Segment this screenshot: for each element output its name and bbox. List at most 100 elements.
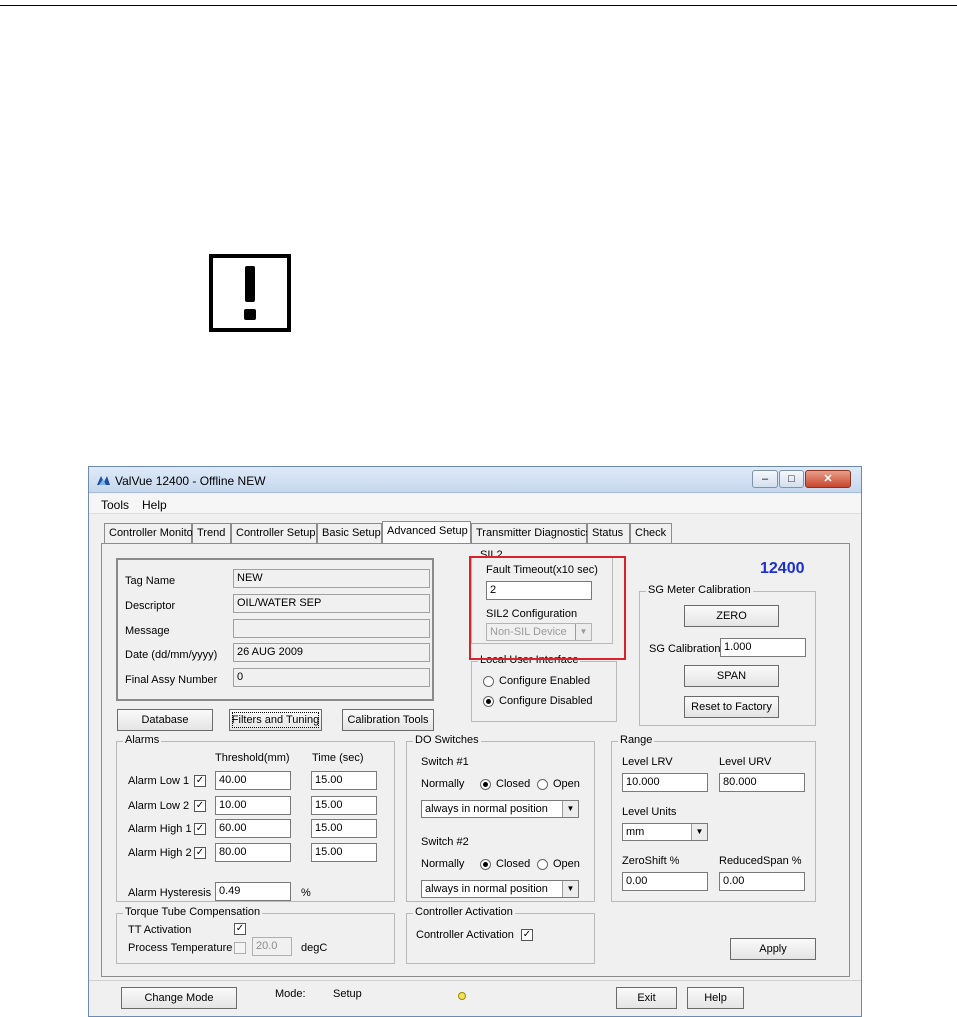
- title-bar[interactable]: ValVue 12400 - Offline NEW – □ ✕: [89, 467, 861, 493]
- tab-basic-setup[interactable]: Basic Setup: [317, 523, 382, 543]
- switch2-open-radio[interactable]: [537, 859, 548, 870]
- help-button[interactable]: Help: [687, 987, 744, 1009]
- do-switches-legend: DO Switches: [413, 734, 481, 746]
- menu-help[interactable]: Help: [142, 498, 167, 512]
- switch2-normally-label: Normally: [421, 858, 465, 870]
- switch1-closed-radio[interactable]: [480, 779, 491, 790]
- switch1-mode-value: always in normal position: [425, 803, 548, 815]
- minimize-button[interactable]: –: [752, 470, 778, 488]
- zero-shift-field[interactable]: 0.00: [622, 872, 708, 891]
- controller-activation-checkbox[interactable]: ✓: [521, 929, 533, 941]
- alarm-time-field[interactable]: 15.00: [311, 771, 377, 790]
- level-units-label: Level Units: [622, 806, 677, 818]
- do-switches-group: DO Switches Switch #1 Normally Closed Op…: [406, 734, 595, 902]
- tag-name-field[interactable]: NEW: [233, 569, 430, 588]
- tab-trend[interactable]: Trend: [192, 523, 231, 543]
- apply-button[interactable]: Apply: [730, 938, 816, 960]
- reduced-span-label: ReducedSpan %: [719, 855, 802, 867]
- switch2-mode-select[interactable]: always in normal position ▼: [421, 880, 579, 898]
- tt-activation-label: TT Activation: [128, 924, 192, 936]
- tab-check[interactable]: Check: [630, 523, 672, 543]
- alarm-threshold-field[interactable]: 80.00: [215, 843, 291, 862]
- maximize-button[interactable]: □: [779, 470, 804, 488]
- switch1-closed-label: Closed: [496, 778, 531, 790]
- app-logo-icon: [97, 476, 110, 485]
- sil2-highlight-box: [469, 556, 626, 660]
- reduced-span-field[interactable]: 0.00: [719, 872, 805, 891]
- tab-controller-setup[interactable]: Controller Setup: [231, 523, 317, 543]
- level-lrv-label: Level LRV: [622, 756, 673, 768]
- process-temp-checkbox[interactable]: [234, 942, 246, 954]
- zero-button[interactable]: ZERO: [684, 605, 779, 627]
- tag-name-label: Tag Name: [125, 575, 176, 587]
- alarm-threshold-field[interactable]: 10.00: [215, 796, 291, 815]
- reset-factory-button[interactable]: Reset to Factory: [684, 696, 779, 718]
- sg-calibration-field[interactable]: 1.000: [720, 638, 806, 657]
- alarms-legend: Alarms: [123, 734, 162, 746]
- configure-enabled-radio[interactable]: [483, 676, 494, 687]
- calibration-tools-button[interactable]: Calibration Tools: [342, 709, 434, 731]
- configure-enabled-label: Configure Enabled: [499, 675, 591, 687]
- configure-disabled-radio[interactable]: [483, 696, 494, 707]
- tab-controller-monitor[interactable]: Controller Monitor: [104, 523, 196, 543]
- alarm-time-field[interactable]: 15.00: [311, 843, 377, 862]
- alarm-high1-checkbox[interactable]: ✓: [194, 823, 206, 835]
- local-ui-group: Local User Interface Configure Enabled C…: [471, 654, 617, 722]
- alarm-label: Alarm High 1: [128, 823, 192, 835]
- level-lrv-field[interactable]: 10.000: [622, 773, 708, 792]
- sg-meter-legend: SG Meter Calibration: [646, 584, 753, 596]
- sg-calibration-label: SG Calibration: [649, 643, 721, 655]
- switch1-label: Switch #1: [421, 756, 469, 768]
- tab-advanced-setup[interactable]: Advanced Setup: [382, 521, 471, 544]
- tab-transmitter-diagnostics[interactable]: Transmitter Diagnostics: [471, 523, 591, 543]
- status-bar: Change Mode Mode: Setup Exit Help: [89, 980, 861, 1016]
- level-urv-field[interactable]: 80.000: [719, 773, 805, 792]
- date-label: Date (dd/mm/yyyy): [125, 649, 218, 661]
- switch1-open-label: Open: [553, 778, 580, 790]
- switch2-closed-radio[interactable]: [480, 859, 491, 870]
- alarm-low2-checkbox[interactable]: ✓: [194, 800, 206, 812]
- zero-shift-label: ZeroShift %: [622, 855, 680, 867]
- range-legend: Range: [618, 734, 655, 746]
- message-field[interactable]: [233, 619, 430, 638]
- switch1-normally-label: Normally: [421, 778, 465, 790]
- date-field[interactable]: 26 AUG 2009: [233, 643, 430, 662]
- chevron-down-icon: ▼: [691, 824, 707, 840]
- alarm-time-field[interactable]: 15.00: [311, 819, 377, 838]
- alarm-threshold-field[interactable]: 60.00: [215, 819, 291, 838]
- switch2-open-label: Open: [553, 858, 580, 870]
- alarms-group: Alarms Threshold(mm) Time (sec) Alarm Lo…: [116, 734, 395, 902]
- device-info-group: Tag Name NEW Descriptor OIL/WATER SEP Me…: [116, 558, 434, 701]
- controller-activation-group: Controller Activation Controller Activat…: [406, 906, 595, 964]
- process-temp-unit: degC: [301, 942, 328, 954]
- chevron-down-icon: ▼: [562, 881, 578, 897]
- controller-activation-legend: Controller Activation: [413, 906, 515, 918]
- model-number: 12400: [760, 560, 805, 577]
- alarm-high2-checkbox[interactable]: ✓: [194, 847, 206, 859]
- valvue-window: ValVue 12400 - Offline NEW – □ ✕ Tools H…: [88, 466, 862, 1017]
- close-button[interactable]: ✕: [805, 470, 851, 488]
- exit-button[interactable]: Exit: [616, 987, 677, 1009]
- menu-tools[interactable]: Tools: [101, 498, 129, 512]
- page-top-rule: [0, 5, 957, 6]
- span-button[interactable]: SPAN: [684, 665, 779, 687]
- alarm-low1-checkbox[interactable]: ✓: [194, 775, 206, 787]
- filters-tuning-button[interactable]: Filters and Tuning: [229, 709, 322, 731]
- process-temp-field[interactable]: 20.0: [252, 937, 292, 956]
- switch1-open-radio[interactable]: [537, 779, 548, 790]
- alarm-threshold-field[interactable]: 40.00: [215, 771, 291, 790]
- final-assy-field[interactable]: 0: [233, 668, 430, 687]
- controller-activation-label: Controller Activation: [416, 929, 514, 941]
- descriptor-field[interactable]: OIL/WATER SEP: [233, 594, 430, 613]
- level-units-select[interactable]: mm ▼: [622, 823, 708, 841]
- alarm-time-field[interactable]: 15.00: [311, 796, 377, 815]
- switch1-mode-select[interactable]: always in normal position ▼: [421, 800, 579, 818]
- alarm-label: Alarm Low 1: [128, 775, 190, 787]
- tt-activation-checkbox[interactable]: ✓: [234, 923, 246, 935]
- hysteresis-field[interactable]: 0.49: [215, 882, 291, 901]
- tab-status[interactable]: Status: [587, 523, 630, 543]
- hysteresis-unit: %: [301, 887, 311, 899]
- change-mode-button[interactable]: Change Mode: [121, 987, 237, 1009]
- alarm-label: Alarm High 2: [128, 847, 192, 859]
- database-button[interactable]: Database: [117, 709, 213, 731]
